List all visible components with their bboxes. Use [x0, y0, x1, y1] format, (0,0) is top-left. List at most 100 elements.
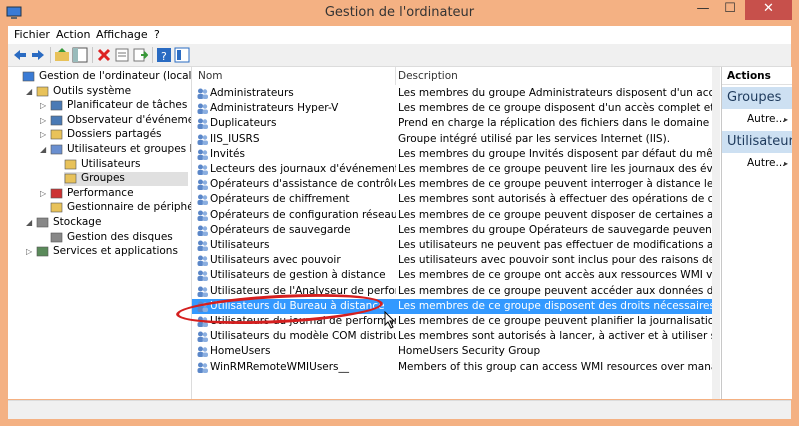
group-name: Utilisateurs — [210, 239, 270, 251]
tree-item[interactable]: Groupes — [64, 172, 188, 187]
tree-item[interactable]: ▷ Planificateur de tâches — [40, 99, 188, 113]
tree-item-label: Dossiers partagés — [67, 128, 162, 141]
group-row[interactable]: IIS_IUSRS Groupe intégré utilisé par les … — [192, 132, 712, 147]
expanded-arrow-icon[interactable]: ◢ — [40, 145, 46, 154]
tree-item[interactable]: ▷ Dossiers partagés — [40, 128, 188, 142]
group-icon — [197, 225, 208, 236]
tree-item[interactable]: ▷ Observateur d'événements — [40, 114, 191, 128]
tree-item[interactable]: Gestionnaire de périphériques — [50, 201, 191, 215]
expanded-arrow-icon[interactable]: ◢ — [26, 87, 32, 96]
tree-item[interactable]: ▷ Performance — [40, 186, 188, 201]
collapsed-arrow-icon[interactable]: ▷ — [40, 130, 46, 139]
actions-other-selected-group[interactable]: Autre... — [747, 157, 786, 169]
actions-title: Actions — [722, 67, 792, 85]
group-name: Administrateurs Hyper-V — [210, 102, 339, 115]
group-icon — [197, 149, 208, 160]
tree-item-label: Groupes — [81, 172, 125, 185]
help-icon[interactable]: ? — [156, 47, 172, 63]
group-row[interactable]: Utilisateurs avec pouvoir Les utilisateur… — [192, 253, 712, 268]
group-row[interactable]: Administrateurs Les membres du groupe Adm… — [192, 86, 712, 101]
up-icon[interactable] — [54, 47, 70, 63]
menu-fichier[interactable]: Fichier — [14, 28, 50, 41]
group-name: WinRMRemoteWMIUsers__ — [210, 360, 350, 373]
group-row[interactable]: Lecteurs des journaux d'événements Les me… — [192, 162, 712, 177]
group-row[interactable]: Invités Les membres du groupe Invités dis… — [192, 147, 712, 162]
properties-icon[interactable] — [114, 47, 130, 63]
toolbar-separator — [92, 47, 93, 63]
column-header-name[interactable]: Nom — [198, 67, 223, 85]
close-button[interactable]: ✕ — [745, 0, 792, 20]
tree-item[interactable]: ◢ Utilisateurs et groupes locaux — [40, 143, 191, 157]
group-description: Les utilisateurs avec pouvoir sont inclu… — [398, 254, 712, 267]
window-title: Gestion de l'ordinateur — [324, 5, 475, 20]
export-icon[interactable] — [132, 47, 148, 63]
back-icon[interactable] — [12, 47, 28, 63]
menu-affichage[interactable]: Affichage — [96, 28, 148, 41]
tree-item-label: Performance — [67, 186, 134, 199]
group-row[interactable]: Opérateurs d'assistance de contrôle d'ac… — [192, 177, 712, 192]
delete-icon[interactable] — [96, 47, 112, 63]
group-description: Les membres de ce groupe peuvent accéder… — [398, 284, 712, 297]
tree-item-label: Gestionnaire de périphériques — [67, 201, 191, 214]
group-name: Opérateurs de sauvegarde — [210, 223, 351, 236]
group-row[interactable]: Administrateurs Hyper-V Les membres de ce… — [192, 101, 712, 116]
main-content: Gestion de l'ordinateur (local) ◢ Outils s… — [8, 67, 792, 399]
tree-item[interactable]: Utilisateurs — [64, 158, 188, 172]
tree-item-label: Observateur d'événements — [67, 113, 192, 126]
group-icon — [197, 134, 208, 145]
group-icon — [197, 164, 208, 175]
tree-item[interactable]: Gestion de l'ordinateur (local) — [22, 70, 191, 84]
group-row[interactable]: Utilisateurs Les utilisateurs ne peuvent … — [192, 238, 712, 253]
collapsed-arrow-icon[interactable]: ▷ — [40, 189, 46, 198]
maximize-button[interactable]: ☐ — [717, 0, 743, 20]
menu-action[interactable]: Action — [56, 28, 90, 41]
show-tree-icon[interactable] — [72, 47, 88, 63]
collapsed-arrow-icon[interactable]: ▷ — [26, 247, 32, 256]
group-icon — [197, 286, 208, 297]
group-row[interactable]: Utilisateurs du modèle COM distribué Les … — [192, 329, 712, 344]
group-description: Les membres du groupe Invités disposent … — [398, 147, 712, 160]
group-row[interactable]: Opérateurs de sauvegarde Les membres du g… — [192, 223, 712, 238]
group-row[interactable]: HomeUsers HomeUsers Security Group — [192, 344, 712, 359]
group-icon — [197, 270, 208, 282]
collapsed-arrow-icon[interactable]: ▷ — [40, 116, 46, 125]
submenu-arrow-icon: ▸ — [784, 159, 789, 168]
group-row[interactable]: Utilisateurs de gestion à distance Les me… — [192, 268, 712, 283]
mouse-cursor-icon — [384, 311, 396, 329]
group-row[interactable]: Duplicateurs Prend en charge la réplicati… — [192, 116, 712, 131]
group-row[interactable]: WinRMRemoteWMIUsers__ Members of this gro… — [192, 360, 712, 375]
column-divider[interactable] — [395, 67, 396, 85]
group-description: Les membres sont autorisés à effectuer d… — [398, 193, 712, 206]
list-scrollbar[interactable] — [712, 67, 720, 399]
group-icon — [197, 210, 208, 221]
group-row[interactable]: Opérateurs de configuration réseau Les me… — [192, 208, 712, 223]
forward-icon[interactable] — [30, 47, 46, 63]
toolbar-separator — [50, 47, 51, 63]
actions-other-groupes[interactable]: Autre... — [747, 113, 786, 125]
navigation-tree: Gestion de l'ordinateur (local) ◢ Outils s… — [8, 67, 192, 399]
collapsed-arrow-icon[interactable]: ▷ — [40, 101, 46, 110]
group-name: Utilisateurs avec pouvoir — [210, 254, 341, 267]
tree-item-label: Utilisateurs — [81, 157, 141, 170]
tree-item[interactable]: ◢ Outils système — [26, 85, 188, 99]
toolbar-separator — [152, 47, 153, 63]
tree-item[interactable]: ◢ Stockage — [26, 216, 188, 230]
group-name: Duplicateurs — [210, 117, 277, 130]
actions-header-groupes[interactable]: Groupes — [722, 87, 792, 109]
group-description: Les membres de ce groupe peuvent interro… — [398, 178, 712, 191]
title-bar[interactable]: Gestion de l'ordinateur — ☐ ✕ — [0, 0, 799, 26]
minimize-button[interactable]: — — [690, 0, 716, 20]
group-description: HomeUsers Security Group — [398, 345, 541, 358]
console-icon[interactable] — [174, 47, 190, 63]
column-header-description[interactable]: Description — [398, 67, 458, 85]
menu-help[interactable]: ? — [154, 28, 160, 41]
actions-header-selected-group[interactable]: Utilisateurs du Bureau à distance — [722, 131, 792, 153]
device-manager-icon — [50, 203, 63, 213]
tree-item[interactable]: Gestion des disques — [50, 231, 188, 245]
group-icon — [197, 118, 208, 130]
expanded-arrow-icon[interactable]: ◢ — [26, 218, 32, 227]
tree-item[interactable]: ▷ Services et applications — [26, 245, 188, 259]
submenu-arrow-icon: ▸ — [784, 115, 789, 124]
group-name: Opérateurs de chiffrement — [210, 193, 350, 206]
group-row[interactable]: Opérateurs de chiffrement Les membres son… — [192, 192, 712, 207]
